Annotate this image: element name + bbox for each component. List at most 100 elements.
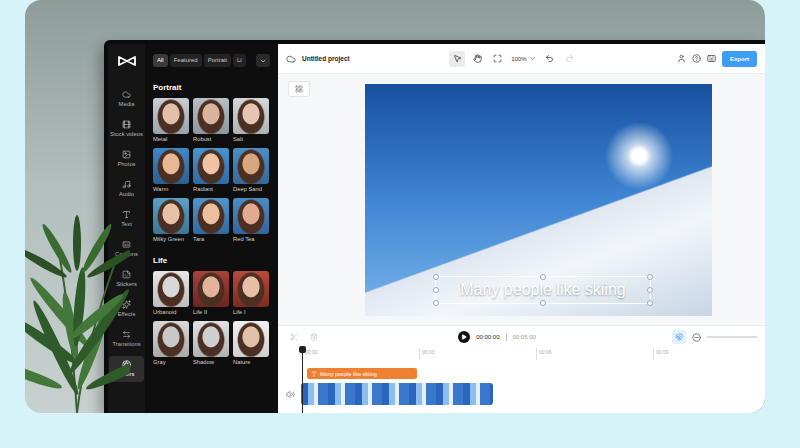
filter-label: Life I — [233, 309, 269, 315]
tool-button[interactable] — [489, 51, 505, 67]
filter-tab[interactable]: Portrait — [204, 54, 231, 67]
rail-item[interactable]: Text — [109, 206, 144, 232]
filter-thumbnail — [153, 198, 189, 234]
filter-card[interactable]: Life II — [193, 271, 229, 315]
filter-card[interactable]: Nature — [233, 321, 269, 365]
rail-item[interactable]: Photos — [109, 146, 144, 172]
filter-card[interactable]: Milky Green — [153, 198, 189, 242]
filter-label: Shadow — [193, 359, 229, 365]
hand-icon — [473, 54, 482, 63]
scene: MediaStock videosPhotosAudioTextCaptions… — [25, 0, 765, 413]
filter-thumbnail — [233, 148, 269, 184]
filter-tab[interactable]: Li — [233, 54, 246, 67]
filter-thumbnail — [153, 271, 189, 307]
user-icon[interactable] — [677, 54, 686, 63]
keyboard-icon[interactable] — [707, 54, 716, 63]
filter-thumbnail — [153, 98, 189, 134]
resize-handle[interactable] — [433, 287, 439, 293]
filter-tab[interactable]: All — [153, 54, 168, 67]
filter-thumbnail — [193, 321, 229, 357]
filter-thumbnail — [233, 98, 269, 134]
ruler-tick: 00:00 — [302, 348, 419, 360]
rail-item-label: Audio — [119, 191, 134, 198]
filter-card[interactable]: Gray — [153, 321, 189, 365]
filter-card[interactable]: Robust — [193, 98, 229, 142]
undo-button[interactable] — [542, 51, 558, 67]
resize-handle[interactable] — [540, 300, 546, 306]
playhead-knob[interactable] — [299, 346, 306, 353]
undo-icon — [545, 54, 554, 63]
tool-button[interactable] — [449, 51, 465, 67]
filter-card[interactable]: Radiant — [193, 148, 229, 192]
rail-item[interactable]: Audio — [109, 176, 144, 202]
zoom-out-icon[interactable] — [692, 333, 701, 342]
plant-icon — [25, 163, 130, 413]
icon-rail: MediaStock videosPhotosAudioTextCaptions… — [108, 44, 145, 413]
redo-icon — [565, 54, 574, 63]
duration: 00:05:00 — [513, 334, 536, 340]
filter-label: Metal — [153, 136, 189, 142]
snap-toggle[interactable] — [672, 330, 686, 344]
video-preview: Many people like skiing — [365, 84, 712, 316]
project-title[interactable]: Untitled project — [302, 55, 350, 62]
resize-handle[interactable] — [540, 274, 546, 280]
playhead[interactable] — [302, 346, 303, 413]
editor-screen: MediaStock videosPhotosAudioTextCaptions… — [108, 44, 765, 413]
play-button[interactable] — [458, 331, 470, 343]
resize-handle[interactable] — [647, 287, 653, 293]
filter-label: Nature — [233, 359, 269, 365]
text-clip[interactable]: Many people like skiing — [307, 368, 417, 379]
rail-item[interactable]: Media — [109, 86, 144, 112]
split-button[interactable] — [286, 329, 302, 345]
filter-card[interactable]: Red Tea — [233, 198, 269, 242]
filter-label: Tara — [193, 236, 229, 242]
filter-card[interactable]: Deep Sand — [233, 148, 269, 192]
speaker-icon[interactable] — [286, 390, 295, 399]
filter-card[interactable]: Urbanoid — [153, 271, 189, 315]
filter-card[interactable]: Warm — [153, 148, 189, 192]
filter-card[interactable]: Shadow — [193, 321, 229, 365]
chevron-down-icon — [259, 57, 267, 65]
fit-icon — [493, 54, 502, 63]
help-icon[interactable] — [692, 54, 701, 63]
timeline-zoom-slider[interactable] — [707, 336, 757, 338]
delete-button[interactable] — [306, 329, 322, 345]
select-icon — [453, 54, 462, 63]
layout-grid-icon — [295, 85, 303, 93]
video-clip[interactable] — [301, 383, 493, 405]
resize-handle[interactable] — [433, 300, 439, 306]
section-title: Portrait — [153, 83, 270, 92]
resize-handle[interactable] — [647, 300, 653, 306]
filter-label: Red Tea — [233, 236, 269, 242]
resize-handle[interactable] — [647, 274, 653, 280]
redo-button[interactable] — [562, 51, 578, 67]
caption-text-box[interactable]: Many people like skiing — [435, 276, 651, 304]
filter-tab[interactable]: Featured — [170, 54, 202, 67]
rail-item[interactable]: Stickers — [109, 266, 144, 292]
filter-thumbnail — [193, 198, 229, 234]
tracks: Many people like skiing — [278, 360, 765, 405]
cloud-icon — [286, 54, 296, 64]
filter-label: Life II — [193, 309, 229, 315]
filter-label: Deep Sand — [233, 186, 269, 192]
zoom-control[interactable]: 100% — [509, 55, 537, 62]
more-tabs-button[interactable] — [256, 54, 270, 67]
filter-label: Radiant — [193, 186, 229, 192]
rail-item-label: Effects — [118, 311, 136, 318]
filter-thumbnail — [233, 198, 269, 234]
capcut-logo-icon[interactable] — [118, 54, 136, 68]
tool-button[interactable] — [469, 51, 485, 67]
rail-item[interactable]: Transitions — [109, 326, 144, 352]
export-button[interactable]: Export — [722, 51, 757, 67]
filter-card[interactable]: Metal — [153, 98, 189, 142]
rail-item-icon — [122, 180, 131, 189]
layout-button[interactable] — [288, 81, 310, 97]
resize-handle[interactable] — [433, 274, 439, 280]
rail-item[interactable]: Stock videos — [109, 116, 144, 142]
rail-item-icon — [122, 90, 131, 99]
filter-card[interactable]: Life I — [233, 271, 269, 315]
rail-item-label: Stock videos — [110, 131, 143, 138]
filter-card[interactable]: Tara — [193, 198, 229, 242]
rail-item-label: Photos — [117, 161, 135, 168]
filter-card[interactable]: Salt — [233, 98, 269, 142]
